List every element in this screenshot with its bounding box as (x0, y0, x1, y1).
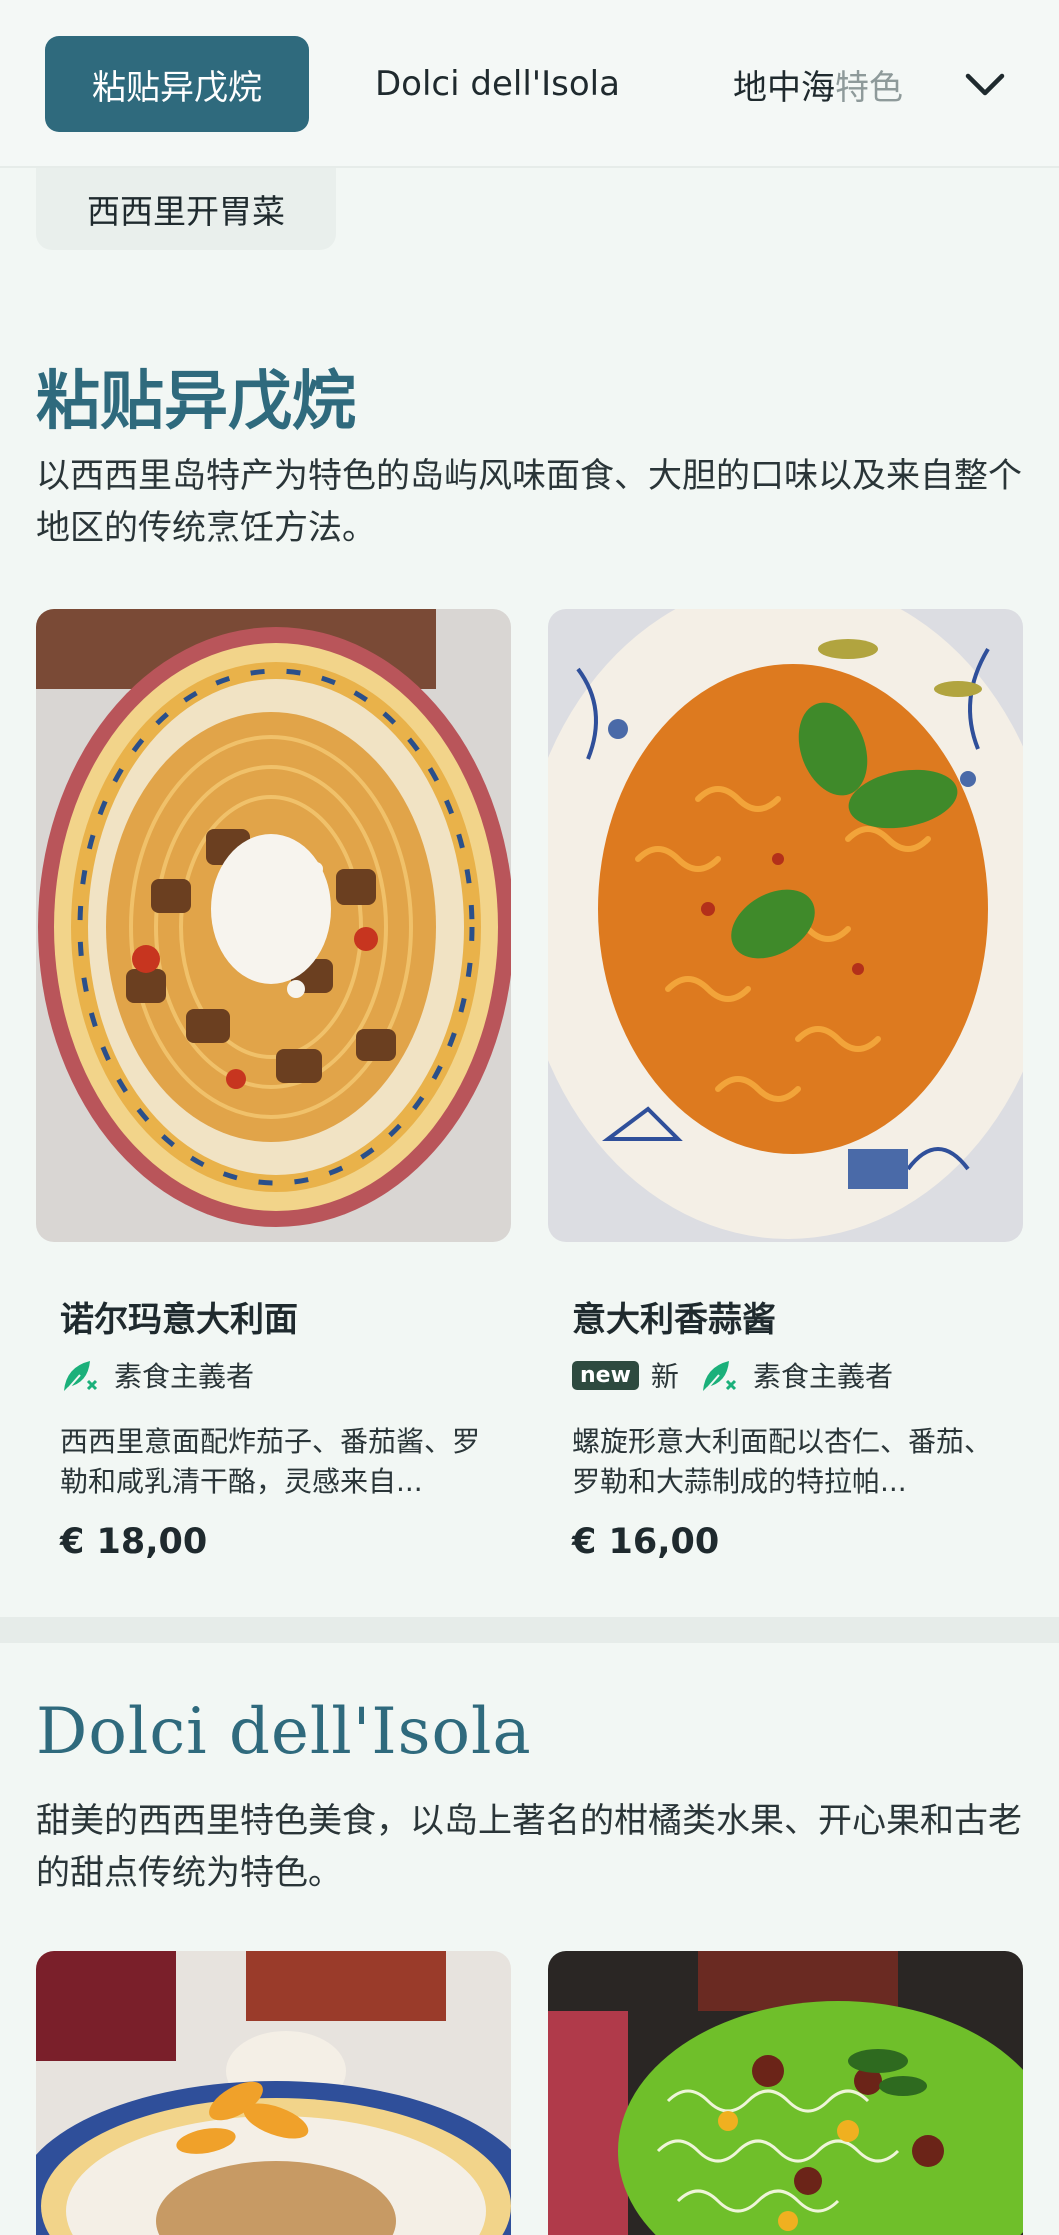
dish-description: 螺旋形意大利面配以杏仁、番茄、罗勒和大蒜制成的特拉帕... (572, 1425, 993, 1498)
category-nav: 粘贴异戊烷 Dolci dell'Isola 地中海 特色 (0, 0, 1059, 168)
dish-image-dessert-1[interactable] (36, 1951, 511, 2235)
tab-mediterranean[interactable]: 地中海 特色 (733, 36, 903, 132)
vegan-leaf-icon (64, 1361, 98, 1392)
section-description: 以西西里岛特产为特色的岛屿风味面食、大胆的口味以及来自整个地区的传统烹饪方法。 (36, 456, 1022, 548)
dish-name: 诺尔玛意大利面 (60, 1300, 298, 1340)
dish-price: € 18,00 (60, 1522, 208, 1562)
new-label: 新 (650, 1360, 679, 1393)
section-title: 粘贴异戊烷 (36, 365, 356, 439)
chevron-down-icon[interactable] (960, 60, 1010, 110)
dish-image-dessert-2[interactable] (548, 1951, 1023, 2235)
tab-mediterranean-label: 地中海 (733, 67, 835, 108)
subcategory-chip[interactable]: 西西里开胃菜 (36, 168, 336, 250)
dish-tags: new 新 素食主義者 (572, 1355, 893, 1395)
vegan-leaf-icon (702, 1361, 736, 1392)
vegan-tag: 素食主義者 (114, 1360, 255, 1393)
new-badge: new (572, 1360, 639, 1390)
dish-description: 西西里意面配炸茄子、番茄酱、罗勒和咸乳清干酪，灵感来自... (60, 1425, 481, 1498)
dish-price: € 16,00 (572, 1522, 720, 1562)
vegan-tag: 素食主義者 (752, 1360, 893, 1393)
tab-dolci[interactable]: Dolci dell'Isola (375, 36, 620, 132)
tab-mediterranean-label-faded: 特色 (835, 67, 903, 108)
dish-image-pesto[interactable] (548, 609, 1023, 1242)
section-description: 甜美的西西里特色美食，以岛上著名的柑橘类水果、开心果和古老的甜点传统为特色。 (36, 1801, 1022, 1893)
dish-image-norma[interactable] (36, 609, 511, 1242)
dish-tags: 素食主義者 (60, 1355, 254, 1395)
section-title: Dolci dell'Isola (36, 1695, 532, 1769)
tab-pasta[interactable]: 粘贴异戊烷 (45, 36, 309, 132)
section-divider (0, 1617, 1059, 1643)
dish-name: 意大利香蒜酱 (572, 1300, 776, 1340)
